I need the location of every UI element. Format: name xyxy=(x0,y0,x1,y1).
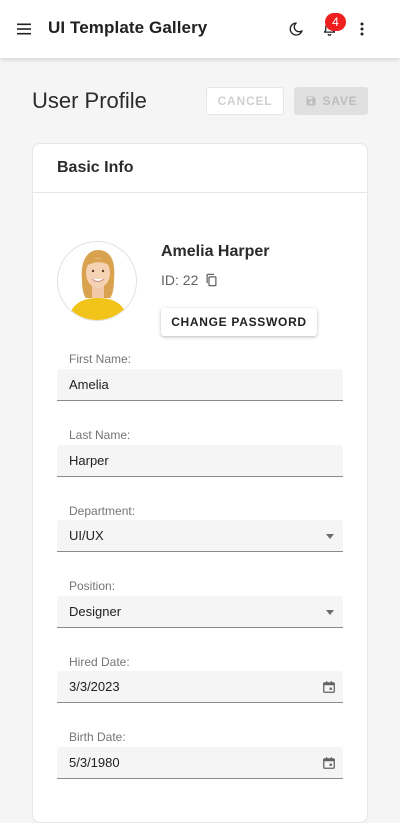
copy-icon[interactable] xyxy=(204,272,219,288)
department-label: Department: xyxy=(69,504,136,518)
hired-date-field[interactable]: 3/3/2023 xyxy=(57,671,343,703)
last-name-value: Harper xyxy=(69,453,109,468)
birth-date-field[interactable]: 5/3/1980 xyxy=(57,747,343,779)
save-button-label: SAVE xyxy=(322,94,358,108)
save-button[interactable]: SAVE xyxy=(294,87,368,115)
department-value: UI/UX xyxy=(69,528,104,543)
dropdown-arrow-icon xyxy=(326,610,334,615)
more-options-button[interactable] xyxy=(348,15,376,43)
avatar xyxy=(57,241,137,321)
last-name-label: Last Name: xyxy=(69,428,131,442)
calendar-icon[interactable] xyxy=(321,755,337,771)
moon-icon xyxy=(289,22,303,36)
dropdown-arrow-icon xyxy=(326,534,334,539)
hired-date-value: 3/3/2023 xyxy=(69,679,120,694)
top-app-bar: UI Template Gallery 4 xyxy=(0,0,400,58)
department-select[interactable]: UI/UX xyxy=(57,520,343,552)
position-select[interactable]: Designer xyxy=(57,596,343,628)
menu-button[interactable] xyxy=(10,15,38,43)
birth-date-label: Birth Date: xyxy=(69,730,126,744)
last-name-field[interactable]: Harper xyxy=(57,445,343,477)
user-name: Amelia Harper xyxy=(161,243,270,260)
menu-icon xyxy=(17,23,31,35)
position-label: Position: xyxy=(69,579,116,593)
user-id: ID: 22 xyxy=(161,272,219,288)
birth-date-value: 5/3/1980 xyxy=(69,755,120,770)
cancel-button[interactable]: CANCEL xyxy=(206,87,284,115)
first-name-field[interactable]: Amelia xyxy=(57,369,343,401)
user-id-text: ID: 22 xyxy=(161,272,199,288)
first-name-value: Amelia xyxy=(69,377,109,392)
hired-date-label: Hired Date: xyxy=(69,655,130,669)
page-title: User Profile xyxy=(32,88,147,113)
more-vert-icon xyxy=(360,22,364,36)
save-icon xyxy=(306,96,315,106)
position-value: Designer xyxy=(69,604,122,619)
calendar-icon[interactable] xyxy=(321,679,337,695)
change-password-button[interactable]: CHANGE PASSWORD xyxy=(161,308,317,336)
app-title: UI Template Gallery xyxy=(48,18,208,37)
card-header: Basic Info xyxy=(33,144,367,193)
profile-photo xyxy=(58,242,136,320)
theme-toggle-button[interactable] xyxy=(282,15,310,43)
first-name-label: First Name: xyxy=(69,352,132,366)
card-title: Basic Info xyxy=(57,159,134,176)
notification-count-badge: 4 xyxy=(325,13,346,31)
